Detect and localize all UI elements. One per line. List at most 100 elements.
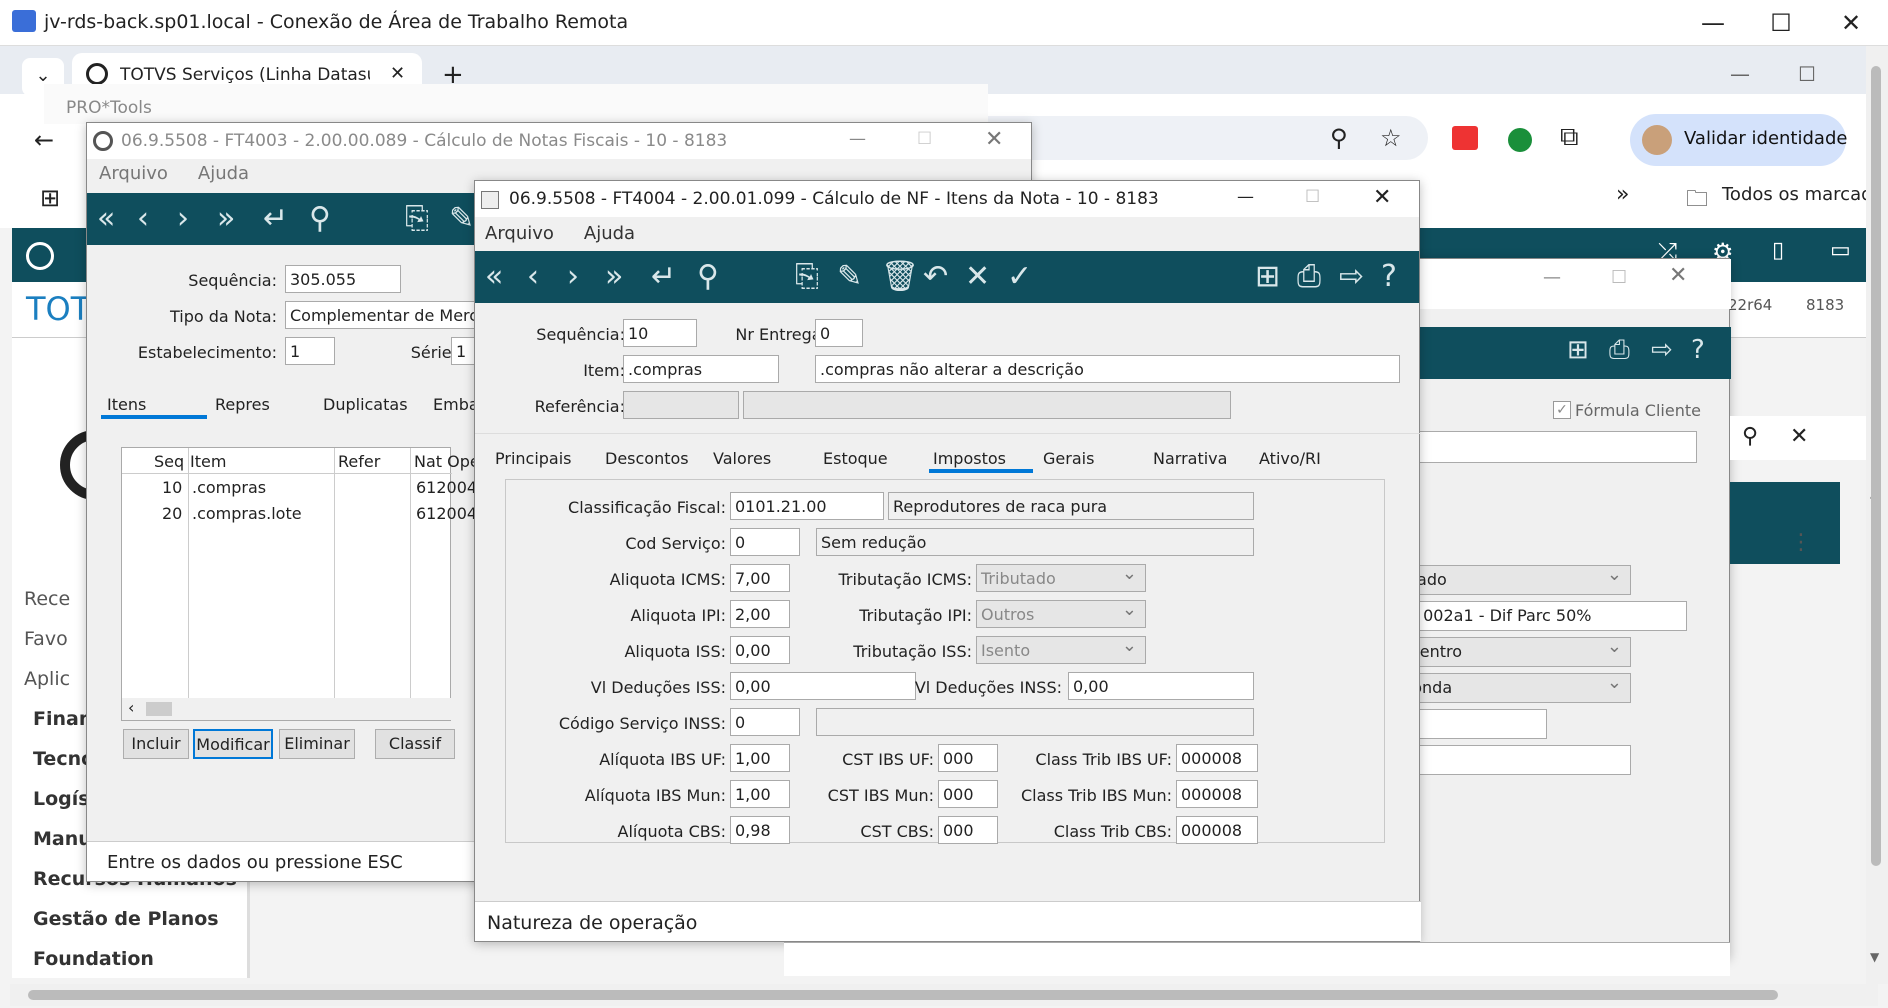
search-record-icon[interactable]: ⚲ bbox=[697, 259, 719, 294]
help-icon[interactable]: ? bbox=[1381, 259, 1397, 294]
ft4003-close-icon[interactable]: ✕ bbox=[985, 127, 1003, 152]
all-bookmarks-label[interactable]: Todos os marcad bbox=[1722, 184, 1873, 205]
ft4003-maximize-icon[interactable]: ☐ bbox=[917, 129, 932, 149]
tab-emba[interactable]: Emba bbox=[433, 395, 479, 414]
cod-inss-field[interactable]: 0 bbox=[730, 708, 800, 736]
scroll-left-icon[interactable]: ‹ bbox=[128, 698, 134, 717]
ded-iss-field[interactable]: 0,00 bbox=[730, 672, 916, 700]
classif-button[interactable]: Classif bbox=[375, 729, 455, 759]
search-record-icon[interactable]: ⚲ bbox=[309, 201, 331, 236]
tab-narrativa[interactable]: Narrativa bbox=[1153, 449, 1227, 468]
trib-iss-select[interactable]: Isento bbox=[976, 636, 1146, 664]
tab-duplicatas[interactable]: Duplicatas bbox=[323, 395, 408, 414]
exit-icon[interactable]: ⇨ bbox=[1339, 259, 1364, 294]
clear-icon[interactable]: ✕ bbox=[1790, 424, 1808, 449]
modificar-button[interactable]: Modificar bbox=[193, 729, 273, 759]
tab-principais[interactable]: Principais bbox=[495, 449, 572, 468]
nav-recent[interactable]: Rece bbox=[24, 588, 70, 610]
ct-cbs-field[interactable]: 000008 bbox=[1176, 816, 1258, 844]
tab-estoque[interactable]: Estoque bbox=[823, 449, 888, 468]
nav-financeiro[interactable]: Finan bbox=[33, 708, 92, 730]
minimize-icon[interactable]: — bbox=[1688, 6, 1738, 40]
last-record-icon[interactable]: » bbox=[217, 201, 235, 236]
ct-ibs-uf-field[interactable]: 000008 bbox=[1176, 744, 1258, 772]
items-grid[interactable]: Seq Item Refer Nat Ope 10 .compras 61200… bbox=[121, 447, 480, 721]
grid-header-natop[interactable]: Nat Ope bbox=[414, 452, 480, 471]
horizontal-scroll-thumb[interactable] bbox=[28, 990, 1778, 1000]
bg-close-icon[interactable]: ✕ bbox=[1669, 263, 1687, 288]
tab-gerais[interactable]: Gerais bbox=[1043, 449, 1094, 468]
tree-icon[interactable]: ⊞ bbox=[1567, 335, 1589, 365]
ft4004-maximize-icon[interactable]: ☐ bbox=[1305, 187, 1320, 207]
grid-header-item[interactable]: Item bbox=[190, 452, 226, 471]
help-icon[interactable]: ? bbox=[1691, 335, 1705, 365]
class-fiscal-field[interactable]: 0101.21.00 bbox=[730, 492, 884, 520]
bookmark-star-icon[interactable]: ☆ bbox=[1380, 124, 1402, 152]
goto-icon[interactable]: ↵ bbox=[263, 201, 288, 236]
tab-valores[interactable]: Valores bbox=[713, 449, 771, 468]
cst-ibs-mun-field[interactable]: 000 bbox=[938, 780, 998, 808]
ft4004-close-icon[interactable]: ✕ bbox=[1373, 185, 1391, 210]
prev-record-icon[interactable]: ‹ bbox=[137, 201, 149, 236]
ft4004-minimize-icon[interactable]: — bbox=[1237, 187, 1254, 207]
edit-icon[interactable]: ✎ bbox=[449, 201, 474, 236]
validate-identity-button[interactable]: Validar identidade bbox=[1630, 114, 1847, 166]
tree-icon[interactable]: ⊞ bbox=[1255, 259, 1280, 294]
exit-icon[interactable]: ⇨ bbox=[1651, 335, 1673, 365]
nav-applications[interactable]: Aplic bbox=[24, 668, 70, 690]
puzzle-icon[interactable]: ⧉ bbox=[1560, 122, 1579, 153]
grid-header-refer[interactable]: Refer bbox=[338, 452, 380, 471]
nav-logistica[interactable]: Logís bbox=[33, 788, 90, 810]
chevron-right-icon[interactable]: » bbox=[1616, 182, 1629, 207]
money-extension-icon[interactable] bbox=[1508, 128, 1532, 152]
zoom-icon[interactable]: ⚲ bbox=[1330, 124, 1348, 152]
ft4004-entrega-field[interactable]: 0 bbox=[815, 319, 863, 347]
bg-maximize-icon[interactable]: ☐ bbox=[1611, 267, 1627, 288]
next-record-icon[interactable]: › bbox=[567, 259, 579, 294]
tab-ativo-ri[interactable]: Ativo/RI bbox=[1259, 449, 1321, 468]
print-icon[interactable]: ⎙ bbox=[1609, 335, 1630, 366]
scroll-down-icon[interactable]: ▼ bbox=[1870, 950, 1879, 964]
ft4004-menu-arquivo[interactable]: Arquivo bbox=[485, 223, 554, 244]
eliminar-button[interactable]: Eliminar bbox=[279, 729, 355, 759]
chat-icon[interactable]: ▭ bbox=[1830, 238, 1851, 263]
new-icon[interactable]: ⎘ bbox=[405, 201, 429, 236]
prev-record-icon[interactable]: ‹ bbox=[527, 259, 539, 294]
undo-icon[interactable]: ↶ bbox=[923, 259, 948, 294]
edit-icon[interactable]: ✎ bbox=[837, 259, 862, 294]
print-icon[interactable]: ⎙ bbox=[1297, 259, 1321, 294]
vertical-scrollbar[interactable]: ▲ ▼ bbox=[1866, 46, 1888, 984]
maximize-icon[interactable]: ☐ bbox=[1756, 6, 1806, 40]
nav-tecnologia[interactable]: Tecno bbox=[33, 748, 94, 770]
bg-field-cbs[interactable]: CBS 002a1 - Dif Parc 50% bbox=[1381, 601, 1687, 631]
ft4003-tipo-field[interactable]: Complementar de Mercado bbox=[285, 301, 483, 329]
trib-icms-select[interactable]: Tributado bbox=[976, 564, 1146, 592]
ft4004-item-desc[interactable]: .compras não alterar a descrição bbox=[815, 355, 1400, 383]
tab-descontos[interactable]: Descontos bbox=[605, 449, 689, 468]
ft4003-seq-field[interactable]: 305.055 bbox=[285, 265, 401, 293]
nav-favorites[interactable]: Favo bbox=[24, 628, 68, 650]
ft4003-menu-ajuda[interactable]: Ajuda bbox=[198, 163, 249, 184]
confirm-icon[interactable]: ✓ bbox=[1007, 259, 1032, 294]
tab-impostos[interactable]: Impostos bbox=[933, 449, 1006, 468]
cod-servico-field[interactable]: 0 bbox=[730, 528, 800, 556]
browser-maximize-icon[interactable]: ☐ bbox=[1798, 62, 1816, 86]
first-record-icon[interactable]: « bbox=[97, 201, 115, 236]
extension-icon[interactable] bbox=[1452, 126, 1478, 150]
aliq-iss-field[interactable]: 0,00 bbox=[730, 636, 790, 664]
tab-close-icon[interactable]: ✕ bbox=[390, 63, 405, 84]
ft4004-ref-field[interactable] bbox=[623, 391, 739, 419]
incluir-button[interactable]: Incluir bbox=[123, 729, 189, 759]
grid-scrollbar[interactable]: ‹ bbox=[122, 698, 452, 720]
nav-gestao-planos[interactable]: Gestão de Planos bbox=[33, 908, 219, 930]
ft4003-minimize-icon[interactable]: — bbox=[849, 129, 866, 149]
search-icon[interactable]: ⚲ bbox=[1742, 424, 1758, 449]
last-record-icon[interactable]: » bbox=[605, 259, 623, 294]
ft4003-estab-field[interactable]: 1 bbox=[285, 337, 335, 365]
cst-cbs-field[interactable]: 000 bbox=[938, 816, 998, 844]
ft4004-seq-field[interactable]: 10 bbox=[623, 319, 697, 347]
tab-itens[interactable]: Itens bbox=[107, 395, 146, 414]
back-arrow-icon[interactable]: ← bbox=[34, 126, 54, 154]
apps-grid-icon[interactable]: ⊞ bbox=[40, 184, 60, 212]
trib-ipi-select[interactable]: Outros bbox=[976, 600, 1146, 628]
